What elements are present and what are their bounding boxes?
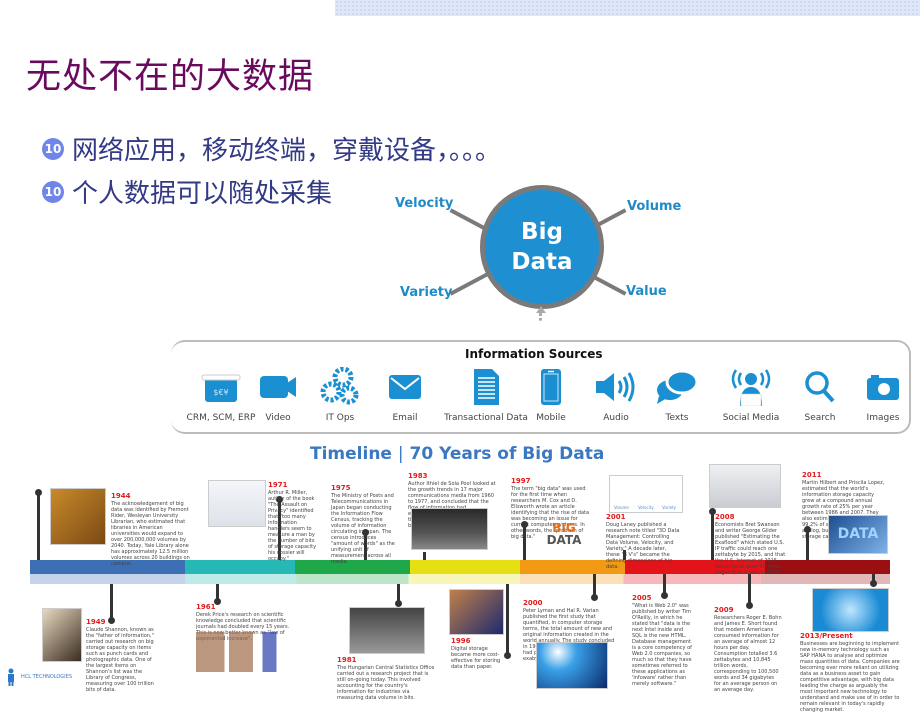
bullet-text: 网络应用，移动终端，穿戴设备，。。。 — [72, 136, 502, 166]
bullet-marker-icon: 10 — [42, 180, 64, 203]
globe-image — [536, 642, 608, 689]
information-sources-title: Information Sources — [465, 347, 603, 361]
timeline-dot — [804, 526, 811, 533]
timeline-stem — [397, 584, 400, 601]
network-computers-image — [709, 464, 781, 508]
circle-text-line: Data — [511, 249, 573, 275]
timeline-dot — [521, 521, 528, 528]
big-data-word-cloud-image: BIG DATA — [546, 521, 582, 547]
circle-text-line: Big — [521, 219, 563, 245]
timeline-stem — [711, 511, 714, 560]
svg-text:$€¥: $€¥ — [213, 388, 228, 397]
bullet-item: 10 网络应用，移动终端，穿戴设备，。。。 — [42, 130, 501, 167]
data-wall-image: DATA — [828, 515, 888, 554]
person-logo-icon — [8, 668, 14, 686]
information-sources-panel: Information Sources $€¥ CRM, SCM, ERP Vi… — [171, 340, 911, 434]
timeline-stem — [663, 574, 666, 594]
timeline-stem — [110, 584, 113, 620]
source-label: Email — [392, 413, 418, 423]
timeline-segment — [410, 560, 520, 574]
bullet-text: 个人数据可以随处采集 — [72, 179, 333, 209]
timeline-event: 1971 Arthur R. Miller, author of the book… — [268, 481, 317, 562]
three-vs-image: Volume Velocity Variety — [609, 475, 683, 513]
timeline-stem — [748, 574, 751, 604]
timeline-segment — [185, 560, 295, 574]
timeline-dot — [362, 529, 369, 536]
office-workers-image — [349, 607, 425, 654]
timeline-stem — [523, 524, 526, 560]
source-label: Images — [866, 413, 900, 423]
card-catalog-image — [50, 488, 106, 545]
up-arrow-icon — [536, 306, 546, 313]
timeline-stem — [593, 574, 596, 596]
timeline-event: 2005 "What is Web 2.0" was published by w… — [632, 594, 692, 687]
timeline-dot — [504, 652, 511, 659]
broadcast-control-room-image — [411, 508, 488, 550]
big-data-diagram: Big Data Velocity Volume Variety Value — [380, 180, 700, 335]
timeline-dot — [870, 580, 877, 587]
timeline-dot — [35, 489, 42, 496]
timeline-stem — [806, 529, 809, 560]
logo-text: HCL TECHNOLOGIES — [21, 674, 72, 680]
company-logo: HCL TECHNOLOGIES — [5, 668, 72, 686]
evolution-illustration-image — [196, 632, 291, 672]
bullet-marker-icon: 10 — [42, 137, 64, 160]
punch-cards-image — [42, 608, 82, 662]
timeline-event: 1996 Digital storage became more cost-eff… — [451, 637, 501, 670]
timeline-title-left: Timeline — [310, 444, 392, 464]
timeline-title: Timeline | 70 Years of Big Data — [310, 444, 605, 464]
timeline-dot — [395, 600, 402, 607]
timeline-event: 2013/Present Businesses are beginning to … — [800, 632, 900, 713]
timeline-event: 2001 Doug Laney published a research note… — [606, 513, 680, 570]
paper-to-digital-image — [449, 589, 504, 635]
timeline-stem — [37, 492, 40, 560]
timeline-event: 2009 Researchers Roger E. Bohn and James … — [714, 606, 782, 693]
timeline-stem — [364, 532, 367, 560]
spoke-line — [449, 272, 489, 296]
timeline-event: 1981 The Hungarian Central Statistics Off… — [337, 656, 435, 701]
timeline-event: 1944 The acknowledgement of big data was … — [111, 492, 190, 567]
header-pattern-bar — [335, 0, 920, 16]
timeline-stem — [506, 584, 509, 654]
envelope-icon — [360, 367, 450, 407]
timeline-stem — [623, 550, 626, 560]
dotted-connector — [539, 313, 545, 321]
velocity-label: Velocity — [395, 196, 454, 211]
timeline-stem — [423, 552, 426, 560]
slide-title: 无处不在的大数据 — [26, 57, 315, 97]
variety-label: Variety — [400, 285, 453, 300]
big-data-circle: Big Data — [480, 185, 604, 309]
digital-brain-image — [812, 588, 889, 632]
bullet-item: 10 个人数据可以随处采集 — [42, 173, 332, 210]
book-letters-image — [208, 480, 266, 527]
volume-label: Volume — [627, 199, 682, 214]
source-item: Email — [360, 367, 450, 423]
timeline-event: 1949 Claude Shannon, known as the "father… — [86, 618, 154, 693]
source-item: Images — [838, 367, 920, 423]
value-label: Value — [626, 284, 667, 299]
timeline-title-right: 70 Years of Big Data — [409, 444, 605, 464]
camera-icon — [838, 367, 920, 407]
timeline-event: 2008 Economists Bret Swanson and writer G… — [715, 513, 786, 576]
